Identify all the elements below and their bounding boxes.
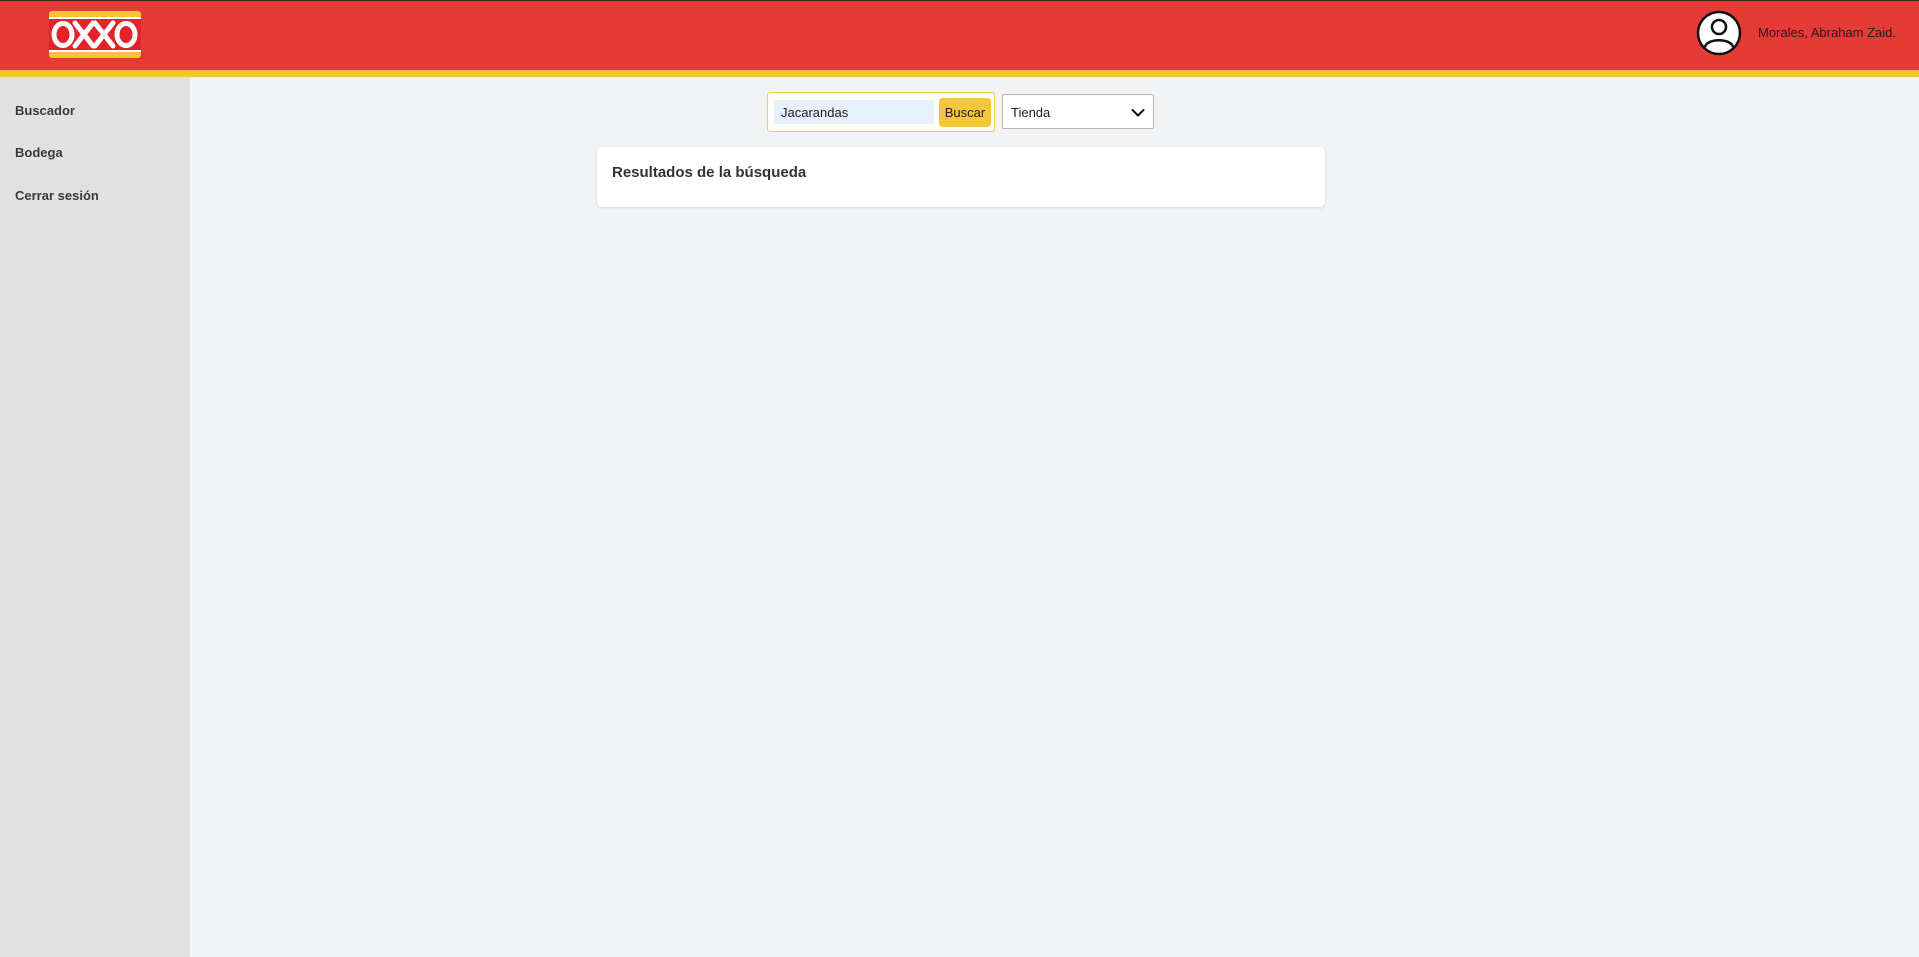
- sidebar-item-buscador[interactable]: Buscador: [15, 103, 75, 118]
- user-avatar-icon[interactable]: [1696, 10, 1742, 56]
- filter-select[interactable]: Tienda: [1002, 94, 1154, 129]
- search-button[interactable]: Buscar: [939, 98, 991, 127]
- header-accent-stripe: [0, 70, 1919, 77]
- user-name: Morales, Abraham Zaid.: [1758, 25, 1897, 40]
- filter-select-value: Tienda: [1011, 105, 1051, 120]
- oxxo-logo[interactable]: [49, 11, 141, 58]
- chevron-down-icon: [1131, 106, 1145, 124]
- sidebar: Buscador Bodega Cerrar sesión: [0, 77, 190, 957]
- top-header: Morales, Abraham Zaid.: [0, 0, 1919, 70]
- results-card: Resultados de la búsqueda: [597, 147, 1325, 207]
- search-input[interactable]: [774, 100, 934, 124]
- sidebar-item-bodega[interactable]: Bodega: [15, 145, 63, 160]
- results-title: Resultados de la búsqueda: [612, 164, 807, 181]
- sidebar-item-cerrar-sesion[interactable]: Cerrar sesión: [15, 188, 99, 203]
- search-box: Buscar: [767, 92, 995, 132]
